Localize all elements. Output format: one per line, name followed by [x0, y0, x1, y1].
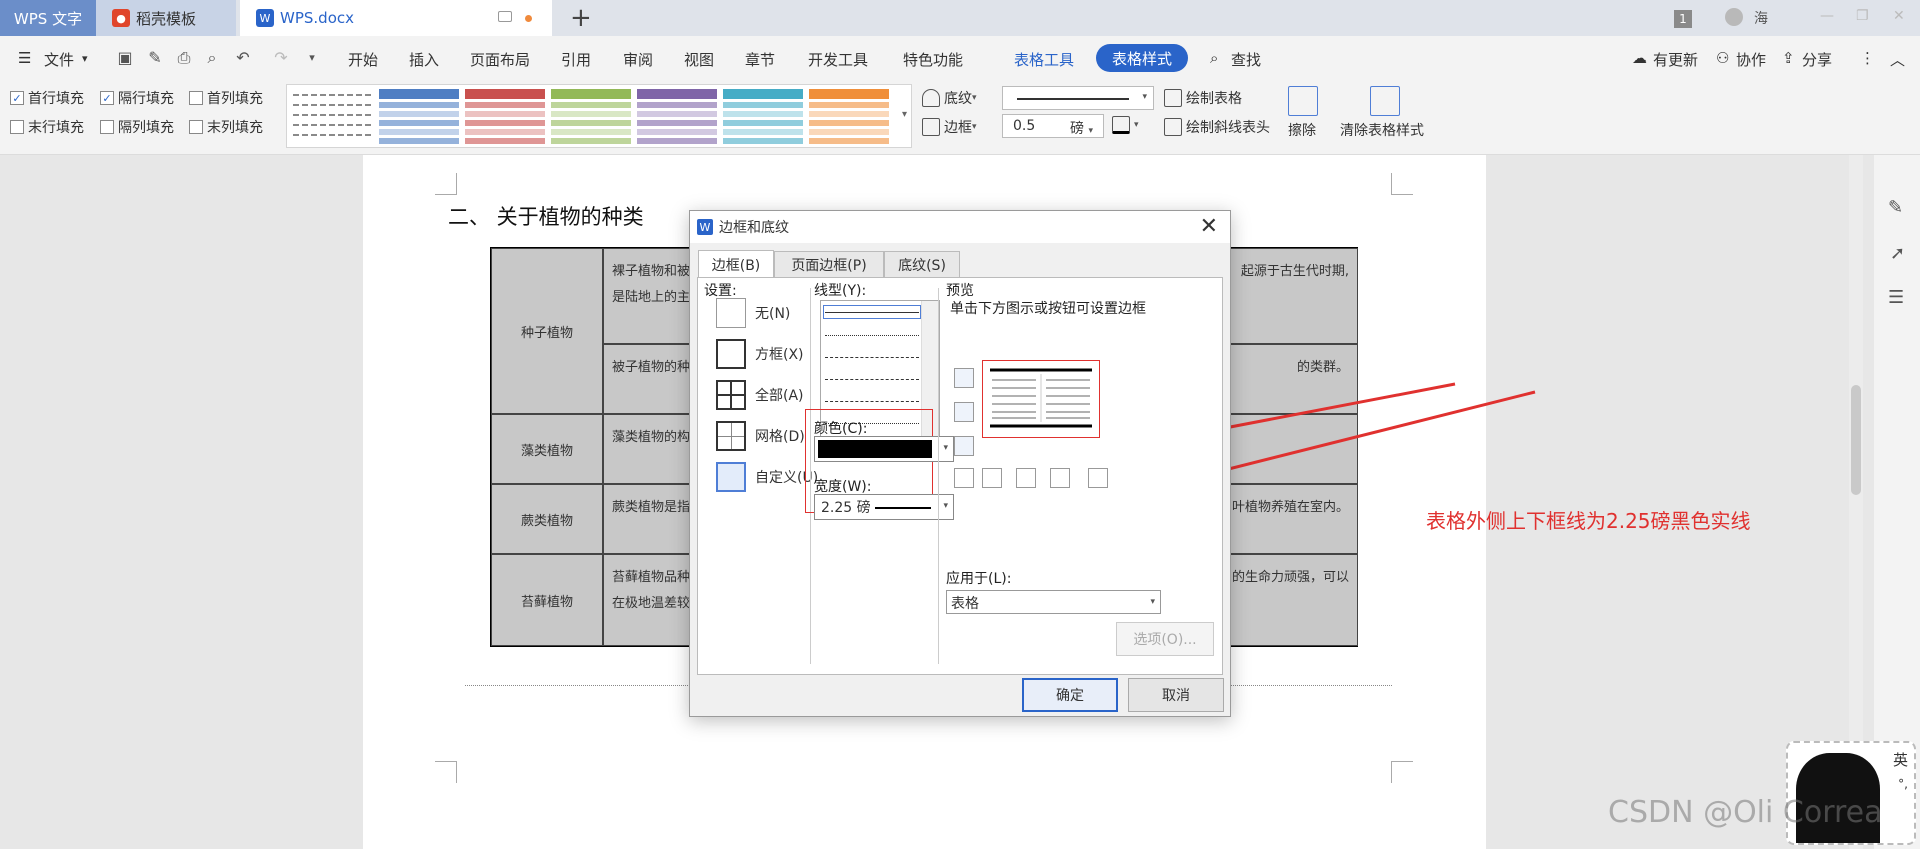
border-custom-icon: [716, 462, 746, 492]
apply-to-select[interactable]: 表格 ▾: [946, 590, 1161, 614]
ime-punct[interactable]: °,: [1898, 777, 1908, 791]
width-select[interactable]: 2.25 磅 ▾: [814, 494, 954, 520]
chevron-down-icon: ▾: [1150, 597, 1155, 607]
color-select[interactable]: ▾: [814, 436, 954, 462]
border-none-icon: [716, 298, 746, 328]
color-label: 颜色(C):: [814, 421, 868, 437]
settings-label: 设置:: [704, 283, 737, 299]
cursor-icon[interactable]: ➚: [1890, 243, 1905, 264]
chevron-down-icon: ▾: [943, 443, 948, 453]
setting-label: 无(N): [755, 306, 791, 322]
dialog-title: 边框和底纹: [719, 220, 789, 236]
border-bottom-button[interactable]: [954, 436, 974, 456]
border-vcenter-button[interactable]: [1016, 468, 1036, 488]
tab-borders[interactable]: 边框(B): [698, 250, 774, 278]
line-dotted[interactable]: [825, 335, 919, 336]
setting-box[interactable]: 方框(X): [716, 339, 804, 369]
line-dash-long[interactable]: [825, 379, 919, 380]
preview-hint: 单击下方图示或按钮可设置边框: [950, 301, 1146, 317]
width-value: 2.25 磅: [821, 500, 871, 516]
setting-custom[interactable]: 自定义(U): [716, 462, 818, 492]
cancel-button[interactable]: 取消: [1128, 678, 1224, 712]
divider: [938, 288, 939, 664]
scroll-thumb[interactable]: [1851, 385, 1861, 495]
border-all-icon: [716, 380, 746, 410]
border-box-icon: [716, 339, 746, 369]
setting-label: 方框(X): [755, 347, 804, 363]
line-style-label: 线型(Y):: [814, 283, 867, 299]
wps-logo-icon: W: [697, 219, 713, 235]
close-icon[interactable]: ✕: [1200, 214, 1218, 239]
ok-button[interactable]: 确定: [1022, 678, 1118, 712]
settings-sliders-icon[interactable]: ☰: [1888, 287, 1904, 308]
pen-icon[interactable]: ✎: [1888, 197, 1903, 218]
diag-up-button[interactable]: [1088, 468, 1108, 488]
border-top-button[interactable]: [954, 368, 974, 388]
tab-page-border[interactable]: 页面边框(P): [774, 251, 884, 277]
setting-label: 网格(D): [755, 429, 805, 445]
setting-all[interactable]: 全部(A): [716, 380, 804, 410]
chevron-down-icon: ▾: [943, 501, 948, 511]
line-solid[interactable]: [825, 312, 919, 313]
borders-shading-dialog: W 边框和底纹 ✕ 边框(B) 页面边框(P) 底纹(S) 设置: 无(N) 方…: [689, 210, 1231, 717]
tab-shading[interactable]: 底纹(S): [884, 251, 960, 277]
preview-label: 预览: [946, 283, 974, 299]
dialog-body: 设置: 无(N) 方框(X) 全部(A) 网格(D) 自定义(U) 线型(Y):…: [697, 277, 1223, 675]
width-label: 宽度(W):: [814, 479, 872, 495]
setting-grid[interactable]: 网格(D): [716, 421, 805, 451]
border-middle-button[interactable]: [954, 402, 974, 422]
color-swatch: [818, 440, 932, 458]
setting-label: 全部(A): [755, 388, 804, 404]
setting-none[interactable]: 无(N): [716, 298, 790, 328]
border-grid-icon: [716, 421, 746, 451]
line-dash-dot[interactable]: [825, 401, 919, 402]
options-button[interactable]: 选项(O)...: [1116, 622, 1214, 656]
watermark: CSDN @Oli Correa: [1608, 795, 1883, 830]
dialog-titlebar[interactable]: W 边框和底纹 ✕: [690, 211, 1230, 243]
ime-lang[interactable]: 英: [1893, 749, 1908, 770]
preview-diagram[interactable]: [990, 368, 1092, 430]
border-right-button[interactable]: [1050, 468, 1070, 488]
apply-to-label: 应用于(L):: [946, 571, 1012, 587]
width-sample: [875, 507, 931, 509]
diag-down-button[interactable]: [954, 468, 974, 488]
apply-value: 表格: [951, 596, 979, 612]
line-dashed[interactable]: [825, 357, 919, 358]
border-left-button[interactable]: [982, 468, 1002, 488]
